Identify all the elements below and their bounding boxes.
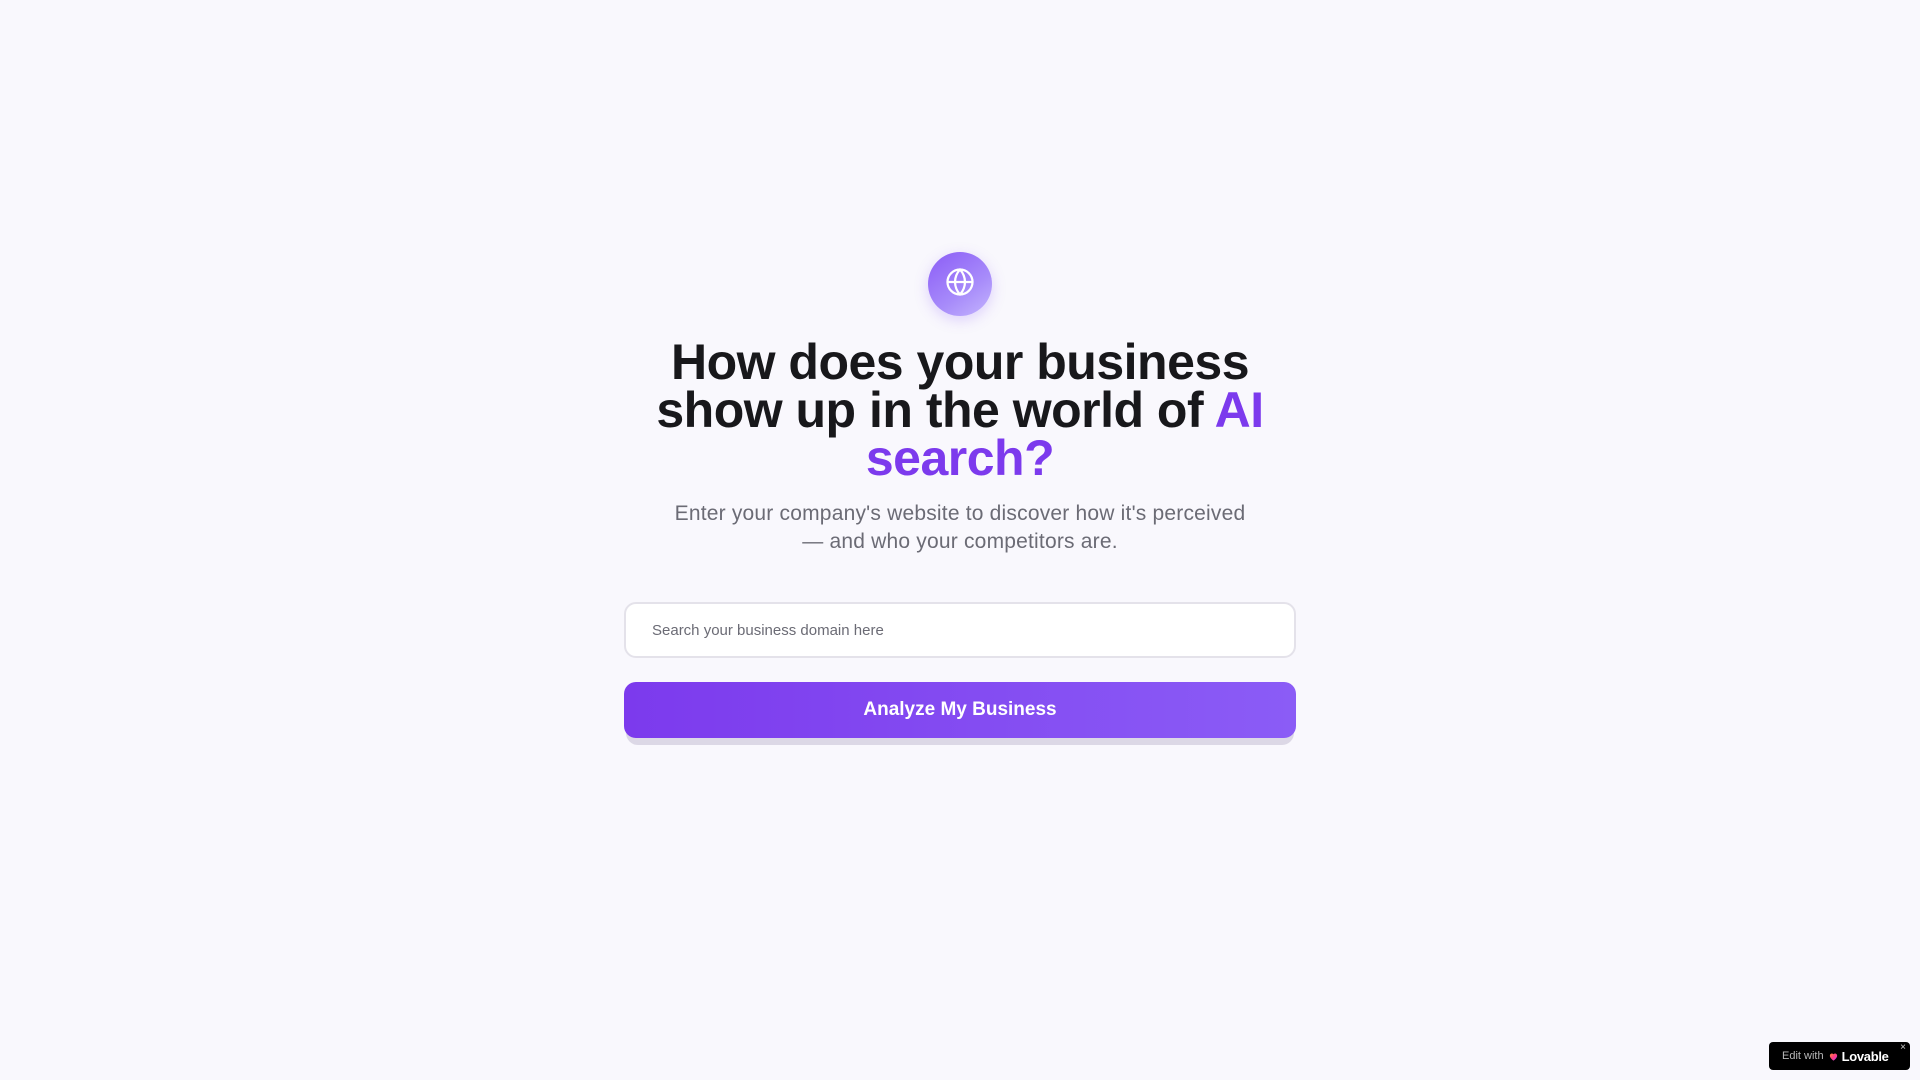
globe-icon: [945, 267, 975, 302]
page: How does your business show up in the wo…: [0, 0, 1920, 1080]
headline-main: How does your business show up in the wo…: [656, 334, 1249, 438]
page-subtitle: Enter your company's website to discover…: [674, 502, 1246, 553]
edit-with-lovable-badge[interactable]: Edit with Lovable ×: [1769, 1042, 1910, 1070]
heart-icon: [1828, 1051, 1839, 1062]
search-input[interactable]: [650, 620, 1270, 640]
badge-prefix: Edit with: [1782, 1050, 1824, 1062]
close-icon[interactable]: ×: [1900, 1043, 1906, 1053]
badge-brand: Lovable: [1841, 1048, 1889, 1064]
globe-badge: [928, 252, 992, 316]
analyze-button-wrapper: Analyze My Business: [624, 682, 1296, 745]
hero-section: How does your business show up in the wo…: [0, 252, 1920, 745]
page-title: How does your business show up in the wo…: [640, 337, 1280, 483]
search-field[interactable]: [624, 602, 1296, 658]
analyze-button[interactable]: Analyze My Business: [624, 682, 1296, 738]
